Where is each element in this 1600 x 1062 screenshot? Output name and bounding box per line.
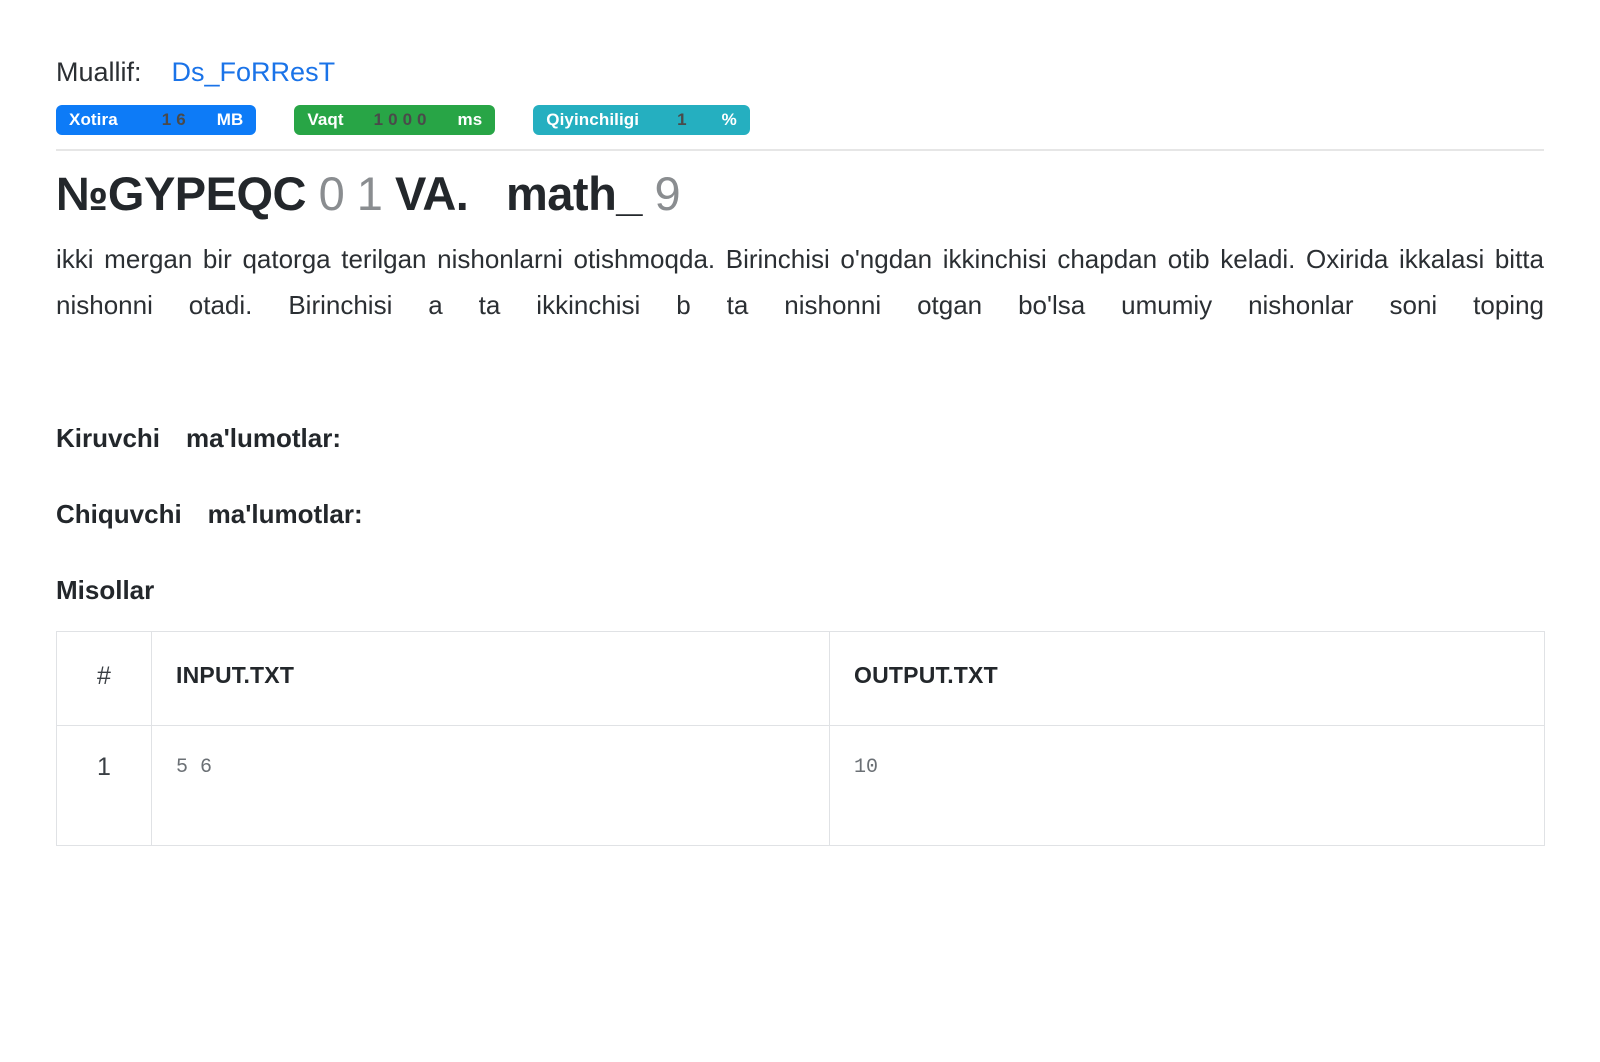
badge-time-label: Vaqt [307, 110, 344, 130]
input-heading-word-1: Kiruvchi [56, 422, 161, 453]
examples-table-head: # INPUT.TXT OUTPUT.TXT [56, 630, 1545, 726]
badge-difficulty-value: 1 [677, 110, 692, 130]
row-output-cell: 10 [829, 724, 1545, 846]
examples-table-body: 1 5 6 10 [56, 724, 1545, 846]
badge-difficulty: Qiyinchiligi 1 % [533, 105, 750, 136]
metadata-badges: Xotira 16 MB Vaqt 1000 ms Qiyinchiligi 1… [56, 105, 1544, 136]
badge-time: Vaqt 1000 ms [294, 105, 496, 136]
problem-page: Muallif: Ds_FoRResT Xotira 16 MB Vaqt 10… [0, 0, 1600, 846]
author-row: Muallif: Ds_FoRResT [56, 0, 1544, 88]
header-divider [56, 149, 1544, 152]
column-header-number: # [56, 630, 152, 726]
title-part-2 [344, 167, 357, 220]
badge-memory-label: Xotira [69, 110, 118, 130]
column-header-output: OUTPUT.TXT [829, 630, 1545, 726]
table-row: 1 5 6 10 [56, 724, 1545, 846]
badge-difficulty-label: Qiyinchiligi [546, 110, 640, 130]
author-link[interactable]: Ds_FoRResT [172, 56, 336, 88]
author-label: Muallif: [56, 57, 142, 87]
badge-difficulty-unit: % [721, 110, 737, 130]
input-section-heading: Kiruvchi ma'lumotlar: [56, 423, 1544, 454]
output-heading-word-1: Chiquvchi [56, 498, 182, 529]
input-heading-word-2: ma'lumotlar: [186, 422, 342, 453]
badge-time-unit: ms [457, 110, 483, 130]
badge-memory: Xotira 16 MB [56, 105, 257, 136]
badge-memory-unit: MB [216, 110, 244, 130]
output-section-heading: Chiquvchi ma'lumotlar: [56, 499, 1544, 530]
page-title: №GYPEQC 0 1 VA. math_ 9 [56, 165, 1544, 224]
title-number-9: 9 [654, 167, 681, 221]
examples-table: # INPUT.TXT OUTPUT.TXT 1 5 6 10 [56, 630, 1545, 846]
badge-time-value: 1000 [373, 110, 432, 130]
examples-section-heading: Misollar [56, 574, 155, 605]
table-header-row: # INPUT.TXT OUTPUT.TXT [56, 630, 1545, 726]
title-number-1: 1 [356, 167, 383, 221]
row-input-cell: 5 6 [151, 724, 830, 846]
row-output-value: 10 [854, 755, 879, 779]
title-part-3: VA. math_ [382, 167, 655, 221]
column-header-input: INPUT.TXT [151, 630, 830, 726]
row-input-value: 5 6 [176, 755, 213, 779]
row-number: 1 [56, 724, 152, 846]
title-number-0: 0 [318, 167, 345, 221]
problem-description: ikki mergan bir qatorga terilgan nishonl… [56, 244, 1544, 321]
title-part-1: №GYPEQC [56, 167, 319, 221]
badge-memory-value: 16 [161, 110, 191, 130]
output-heading-word-2: ma'lumotlar: [207, 498, 363, 529]
